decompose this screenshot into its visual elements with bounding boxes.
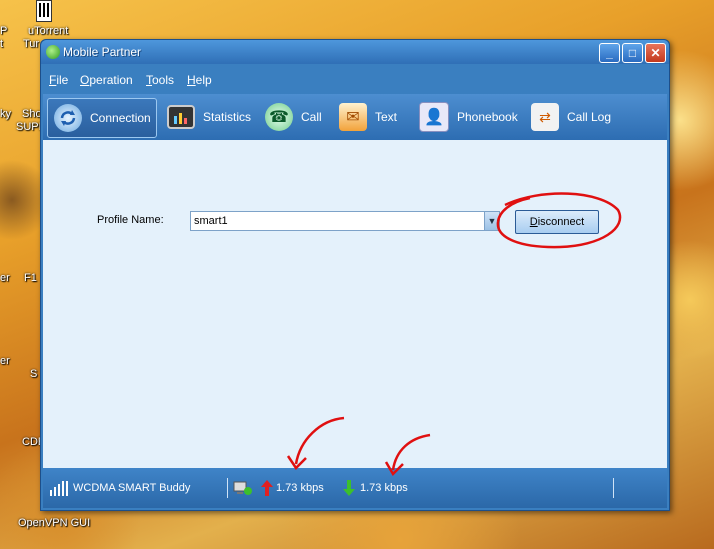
disconnect-mnemonic: D <box>529 216 538 228</box>
menu-operation-mnemonic: O <box>80 73 90 87</box>
utorrent-desktop-icon[interactable] <box>36 0 52 22</box>
desktop-label-ky[interactable]: ky <box>0 108 11 120</box>
connection-icon <box>54 104 82 132</box>
menu-bar: File Operation Tools Help <box>41 66 669 90</box>
download-speed: 1.73 kbps <box>360 482 408 494</box>
menu-help[interactable]: Help <box>187 73 212 87</box>
phone-icon: ☎ <box>265 103 293 131</box>
call-log-icon: ⇄ <box>531 103 559 131</box>
desktop-label-s[interactable]: S <box>30 368 37 380</box>
desktop-label-f1[interactable]: F1 <box>24 272 37 284</box>
tab-phonebook-label: Phonebook <box>457 110 518 124</box>
desktop-label-t[interactable]: t <box>0 38 3 50</box>
tab-connection-label: Connection <box>90 111 151 125</box>
menu-help-label: elp <box>195 73 212 87</box>
profile-name-value: smart1 <box>194 215 228 227</box>
tab-call-log-label: Call Log <box>567 110 612 124</box>
desktop-label-tur[interactable]: Tur <box>23 38 39 50</box>
menu-tools[interactable]: Tools <box>146 73 174 87</box>
title-bar[interactable]: Mobile Partner _ □ ✕ <box>41 40 669 64</box>
envelope-icon: ✉ <box>339 103 367 131</box>
toolbar: Connection Statistics ☎ Call ✉ Text 👤 Ph… <box>43 94 667 140</box>
dropdown-arrow-icon[interactable]: ▼ <box>484 212 499 230</box>
close-button[interactable]: ✕ <box>645 43 666 63</box>
menu-operation-label: peration <box>89 73 133 87</box>
maximize-button[interactable]: □ <box>622 43 643 63</box>
menu-tools-label: ools <box>152 73 175 87</box>
operator-name: SMART Buddy <box>118 482 191 494</box>
download-arrow-icon <box>343 480 355 496</box>
minimize-button[interactable]: _ <box>599 43 620 63</box>
desktop-label-openvpn[interactable]: OpenVPN GUI <box>18 517 90 529</box>
mobile-partner-app-icon <box>46 45 60 59</box>
status-divider <box>227 478 228 498</box>
desktop-label-utorrent[interactable]: uTorrent <box>28 25 68 37</box>
desktop-label-sho[interactable]: Sho <box>22 108 42 120</box>
menu-operation[interactable]: Operation <box>80 73 133 87</box>
utorrent-icon <box>39 3 49 17</box>
connection-panel: Profile Name: smart1 ▼ Disconnect <box>43 140 667 468</box>
desktop-label-p[interactable]: P <box>0 25 7 37</box>
window-title: Mobile Partner <box>63 45 142 59</box>
statistics-icon <box>167 105 195 129</box>
disconnect-button[interactable]: Disconnect <box>515 210 599 234</box>
disconnect-label: isconnect <box>537 216 585 228</box>
desktop-label-er2[interactable]: er <box>0 355 10 367</box>
tab-text[interactable]: ✉ Text <box>333 98 397 136</box>
tab-text-label: Text <box>375 110 398 124</box>
menu-help-mnemonic: H <box>187 73 196 87</box>
upload-arrow-icon <box>261 480 273 496</box>
menu-file-label: ile <box>56 73 69 87</box>
tab-call-log[interactable]: ⇄ Call Log <box>525 98 611 136</box>
tab-call[interactable]: ☎ Call <box>259 98 322 136</box>
mobile-partner-window: Mobile Partner _ □ ✕ File Operation Tool… <box>40 39 670 511</box>
network-icon <box>233 481 252 495</box>
status-bar: WCDMA SMART Buddy 1.73 kbps 1.73 kbps <box>43 468 667 508</box>
tab-phonebook[interactable]: 👤 Phonebook <box>413 98 518 136</box>
upload-speed: 1.73 kbps <box>276 482 324 494</box>
menu-file[interactable]: File <box>49 73 68 87</box>
profile-name-select[interactable]: smart1 ▼ <box>190 211 500 231</box>
tab-statistics[interactable]: Statistics <box>161 98 251 136</box>
phonebook-icon: 👤 <box>419 102 449 132</box>
tab-connection[interactable]: Connection <box>47 98 157 138</box>
tab-call-label: Call <box>301 110 322 124</box>
profile-name-label: Profile Name: <box>97 214 164 226</box>
network-type: WCDMA <box>73 482 116 494</box>
desktop-label-er1[interactable]: er <box>0 272 10 284</box>
signal-strength-icon <box>50 481 68 496</box>
tab-statistics-label: Statistics <box>203 110 252 124</box>
status-divider-right <box>613 478 614 498</box>
